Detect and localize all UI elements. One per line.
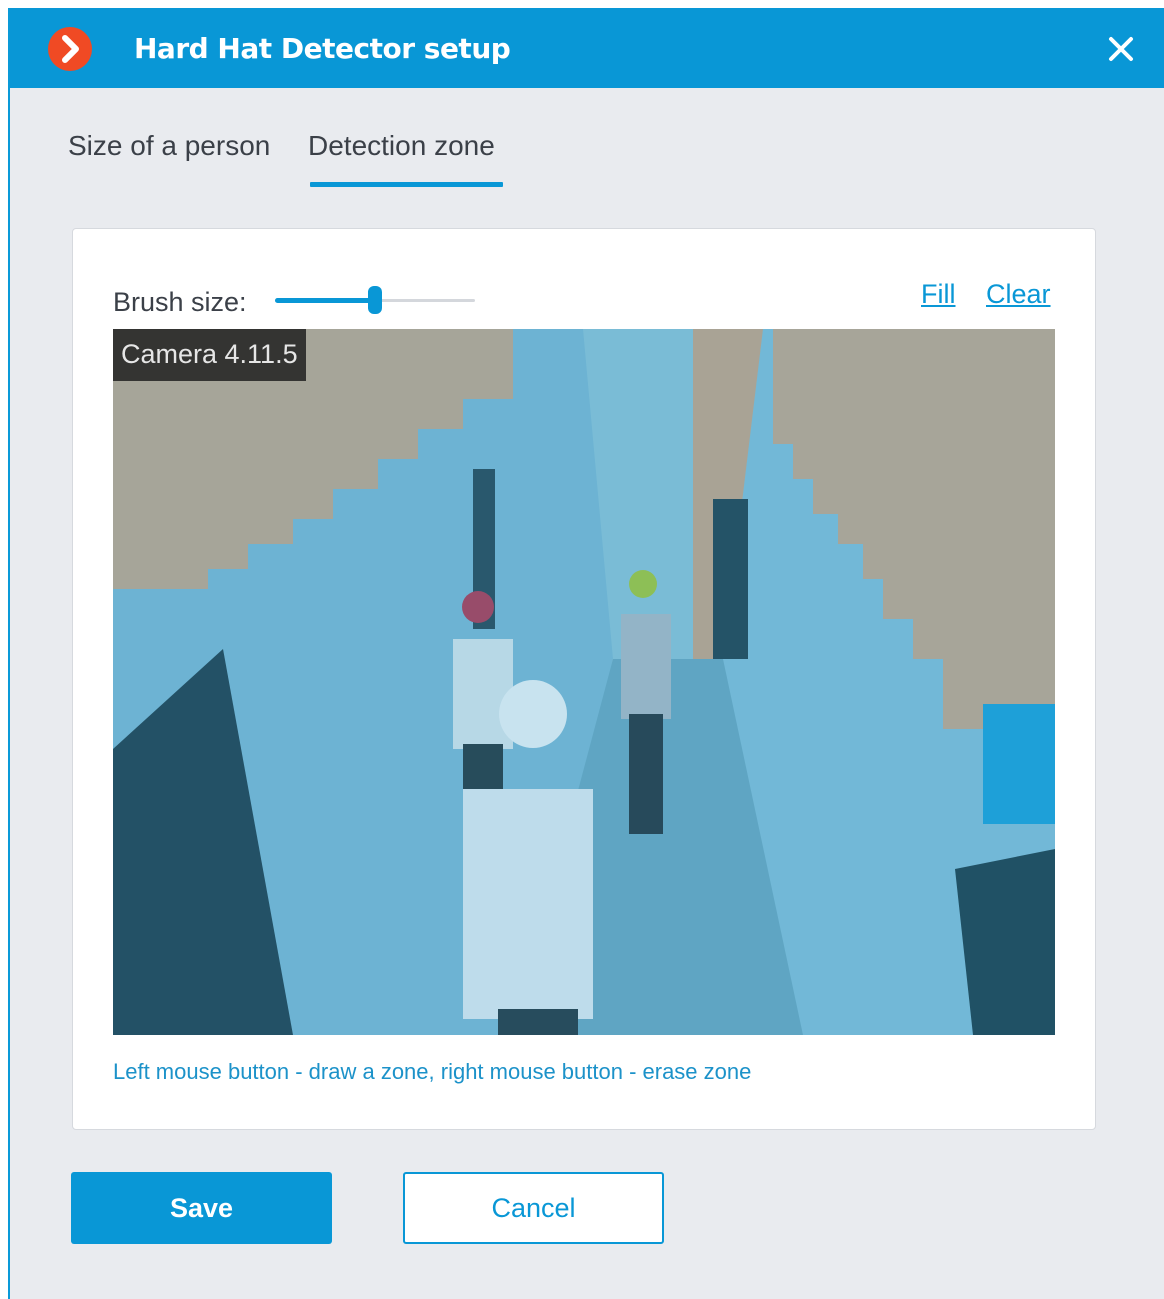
brush-size-label: Brush size: [113,287,247,317]
brush-size-slider[interactable] [275,285,477,315]
zone-drawing-hint: Left mouse button - draw a zone, right m… [113,1059,752,1084]
fill-link[interactable]: Fill [921,279,956,310]
dialog-window: Hard Hat Detector setup Size of a person… [8,8,1164,1299]
camera-frame-image [113,329,1055,1035]
active-tab-indicator [310,182,503,187]
tab-size-of-person[interactable]: Size of a person [68,130,270,162]
detection-zone-panel: Brush size: Fill Clear Camera 4.11.5 Lef… [72,228,1096,1130]
camera-name-label: Camera 4.11.5 [113,329,306,381]
slider-fill [275,298,375,303]
close-icon[interactable] [1106,34,1136,64]
camera-view[interactable]: Camera 4.11.5 [113,329,1055,1035]
app-logo-icon [48,27,92,71]
save-button[interactable]: Save [71,1172,332,1244]
slider-thumb[interactable] [368,286,382,314]
dialog-title: Hard Hat Detector setup [134,32,511,65]
cancel-button[interactable]: Cancel [403,1172,664,1244]
tab-detection-zone[interactable]: Detection zone [308,130,495,162]
clear-link[interactable]: Clear [986,279,1051,310]
title-bar: Hard Hat Detector setup [10,8,1164,88]
